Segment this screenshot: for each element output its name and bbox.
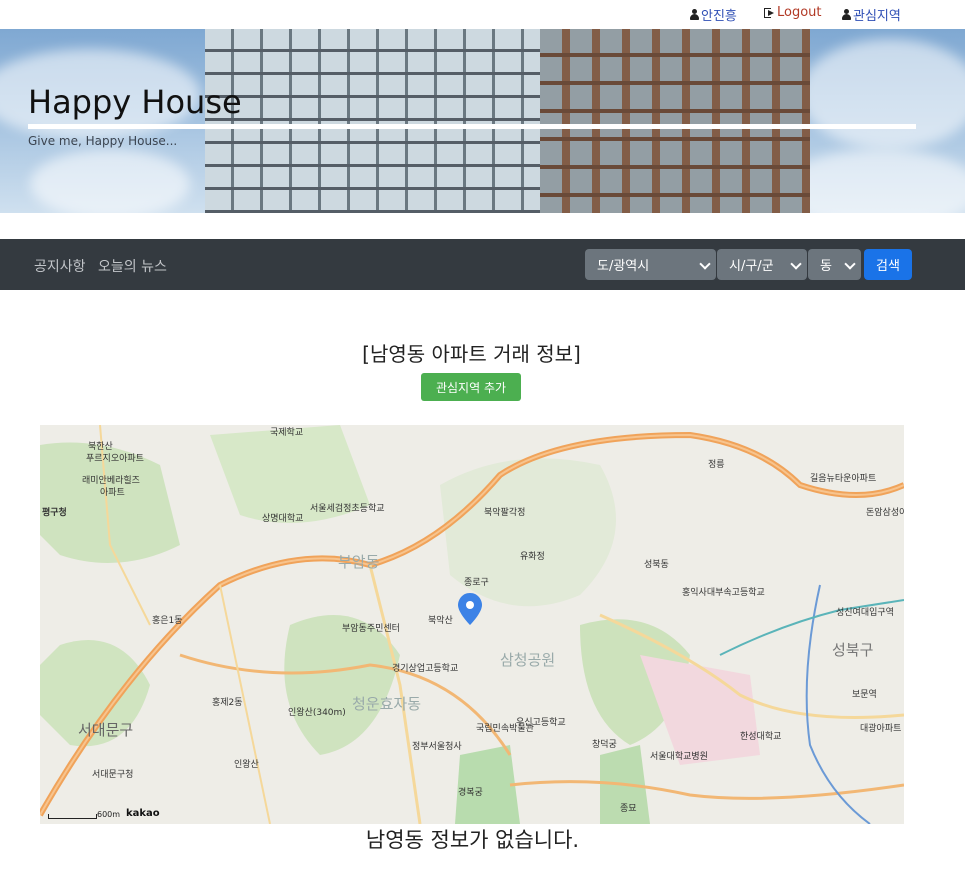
add-interest-button[interactable]: 관심지역 추가 — [421, 373, 521, 401]
search-button[interactable]: 검색 — [864, 249, 912, 280]
map-label: 삼청공원 — [500, 651, 556, 669]
sign-out-icon — [764, 7, 775, 18]
top-bar: 안진흥 Logout 관심지역 — [0, 0, 965, 29]
dong-select-value: 동 — [820, 259, 832, 274]
map-scale-label: 600m — [97, 810, 121, 819]
map-label: 홍제2동 — [212, 698, 243, 708]
nav-news[interactable]: 오늘의 뉴스 — [98, 256, 167, 276]
interest-area-label: 관심지역 — [853, 9, 901, 24]
map-label: 홍익사대부속고등학교 — [682, 588, 765, 598]
map-label: 서대문구청 — [92, 770, 134, 780]
map-label: 성신여대입구역 — [836, 608, 894, 618]
chevron-down-icon — [699, 258, 711, 270]
map-label: 북악팔각정 — [484, 508, 526, 518]
map-label: 부암동 — [338, 553, 380, 571]
user-icon — [842, 9, 851, 20]
site-title: Happy House — [28, 83, 242, 121]
interest-area-link[interactable]: 관심지역 — [842, 5, 901, 24]
chevron-down-icon — [844, 258, 856, 270]
user-icon — [690, 9, 699, 20]
map-label: 창덕궁 — [592, 740, 617, 750]
hero-banner: Happy House Give me, Happy House... — [0, 29, 965, 213]
user-link[interactable]: 안진흥 — [690, 5, 737, 24]
building-image-side — [540, 29, 810, 213]
map-label: 인왕산 — [234, 760, 259, 770]
province-select[interactable]: 도/광역시 — [585, 249, 716, 280]
map-label: 경복궁 — [458, 788, 483, 798]
map-label: 유화정 — [520, 552, 545, 562]
chevron-down-icon — [790, 258, 802, 270]
map-label: 길음뉴타운아파트 — [810, 474, 877, 484]
map-label: 대광아파트 — [860, 724, 902, 734]
map-label: 성북구 — [832, 641, 874, 659]
logout-link[interactable]: Logout — [764, 5, 822, 20]
map-label: 종묘 — [620, 804, 637, 814]
map-label: 상명대학교 — [262, 514, 304, 524]
dong-select[interactable]: 동 — [808, 249, 861, 280]
user-name: 안진흥 — [701, 9, 737, 24]
map-label: 홍은1동 — [152, 616, 183, 626]
map-label: 정부서울청사 — [412, 742, 462, 752]
map-label: 경기상업고등학교 — [392, 664, 459, 674]
map-scale-bar — [48, 814, 97, 819]
navbar: 공지사항 오늘의 뉴스 도/광역시 시/구/군 동 검색 — [0, 239, 965, 290]
map-label: 우신고등학교 — [516, 718, 566, 728]
logout-label: Logout — [777, 5, 822, 20]
kakao-logo: kakao — [126, 808, 160, 819]
map-label: 돈암삼성아파트 — [866, 508, 904, 518]
map-label: 정릉 — [708, 460, 725, 470]
site-subtitle: Give me, Happy House... — [28, 134, 178, 148]
title-divider — [28, 124, 916, 129]
city-select[interactable]: 시/구/군 — [717, 249, 807, 280]
province-select-value: 도/광역시 — [597, 259, 650, 274]
map-label: 보문역 — [852, 690, 877, 700]
nav-notice[interactable]: 공지사항 — [34, 256, 86, 276]
map-label: 아파트 — [100, 488, 125, 498]
map-label: 국제학교 — [270, 428, 304, 438]
map-label: 서울세검정초등학교 — [310, 504, 385, 514]
map-label: 서대문구 — [78, 721, 134, 739]
map-view[interactable]: 북한산 푸르지오아파트 래미안베라힐즈 아파트 평구청 국제학교 종로구 북악산… — [40, 425, 904, 824]
map-label: 종로구 — [464, 578, 489, 588]
map-label: 청운효자동 — [352, 695, 422, 713]
no-info-message: 남영동 정보가 없습니다. — [365, 828, 580, 852]
page-title: [남영동 아파트 거래 정보] — [362, 342, 581, 366]
map-label: 평구청 — [42, 508, 67, 518]
map-label: 한성대학교 — [740, 732, 782, 742]
map-label: 성북동 — [644, 560, 669, 570]
city-select-value: 시/구/군 — [729, 259, 774, 274]
map-label: 서울대학교병원 — [650, 752, 708, 762]
map-label: 북악산 — [428, 616, 453, 626]
map-label: 인왕산(340m) — [288, 708, 346, 718]
map-label: 부암동주민센터 — [342, 624, 400, 634]
map-label: 푸르지오아파트 — [86, 454, 144, 464]
